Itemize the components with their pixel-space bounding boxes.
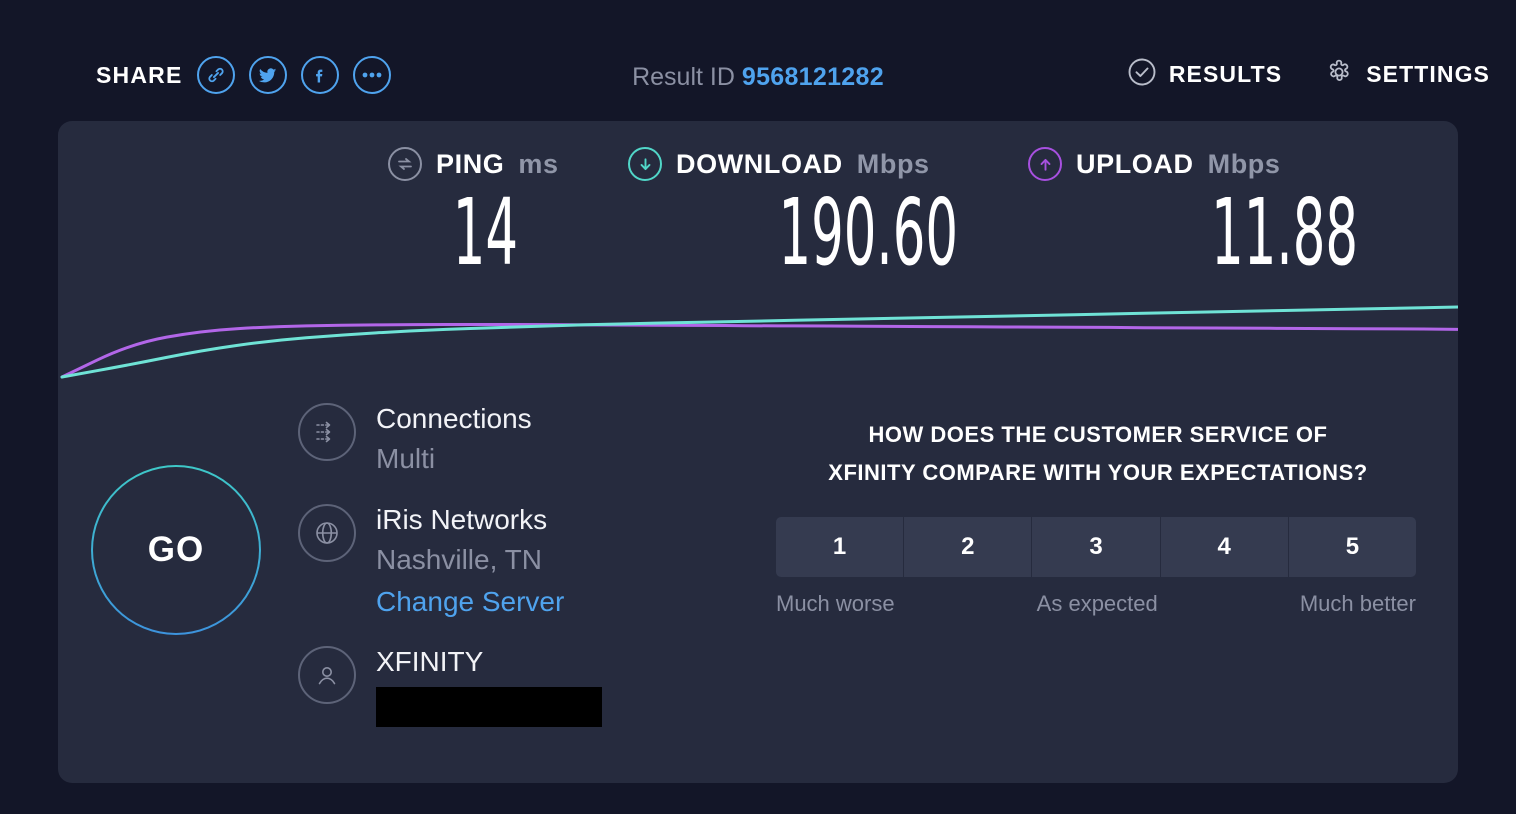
go-button[interactable]: GO	[91, 465, 261, 635]
speedtest-result-page: SHARE Result ID 9568121282 RESULTS SETTI…	[0, 0, 1516, 814]
rating-scale-labels: Much worse As expected Much better	[776, 591, 1416, 617]
rating-label-mid: As expected	[1036, 590, 1158, 616]
download-value: 190.60	[778, 179, 958, 286]
connections-text: Connections Multi	[376, 401, 532, 478]
results-button[interactable]: RESULTS	[1127, 57, 1282, 92]
rating-button-4[interactable]: 4	[1160, 516, 1289, 577]
top-bar: SHARE Result ID 9568121282 RESULTS SETTI…	[0, 0, 1516, 120]
connections-icon	[298, 403, 356, 461]
info-row-isp: XFINITY	[298, 644, 718, 728]
result-id-value[interactable]: 9568121282	[742, 63, 884, 91]
survey-question-line1: HOW DOES THE CUSTOMER SERVICE OF	[868, 422, 1328, 447]
connections-value: Multi	[376, 443, 436, 474]
result-card: PING ms 14 DOWNLOAD Mbps 190.60 UPLOAD M…	[58, 121, 1458, 783]
metrics-row: PING ms 14 DOWNLOAD Mbps 190.60 UPLOAD M…	[58, 121, 1458, 291]
rating-button-5[interactable]: 5	[1288, 516, 1416, 577]
upload-unit: Mbps	[1207, 148, 1281, 179]
go-label: GO	[147, 530, 205, 569]
rating-button-2[interactable]: 2	[904, 516, 1033, 577]
check-circle-icon	[1127, 57, 1157, 92]
person-icon	[298, 646, 356, 705]
result-id-label: Result ID	[632, 63, 735, 91]
server-location: Nashville, TN	[376, 543, 542, 575]
rating-buttons: 1 2 3 4 5	[776, 516, 1416, 577]
upload-arrow-icon	[1028, 147, 1062, 181]
survey-question-line2: XFINITY COMPARE WITH YOUR EXPECTATIONS?	[828, 459, 1368, 485]
rating-label-low: Much worse	[776, 590, 895, 616]
download-curve	[60, 305, 1458, 379]
settings-label: SETTINGS	[1366, 61, 1490, 87]
upload-value: 11.88	[1211, 179, 1358, 286]
upload-curve	[60, 323, 1458, 379]
ping-title: PING	[436, 148, 505, 179]
upload-title: UPLOAD	[1076, 148, 1194, 179]
ping-value: 14	[452, 179, 518, 286]
connection-info-list: Connections Multi iRis Networks Nashvill…	[298, 401, 718, 751]
survey-question: HOW DOES THE CUSTOMER SERVICE OF XFINITY…	[758, 416, 1438, 492]
metric-download: DOWNLOAD Mbps 190.60	[528, 147, 958, 279]
results-label: RESULTS	[1168, 61, 1283, 87]
ping-icon	[388, 147, 422, 181]
change-server-link[interactable]: Change Server	[376, 583, 564, 621]
top-right-nav: RESULTS SETTINGS	[1127, 57, 1490, 92]
server-name: iRis Networks	[376, 503, 548, 535]
settings-button[interactable]: SETTINGS	[1324, 57, 1490, 92]
connections-title: Connections	[376, 403, 532, 434]
isp-name: XFINITY	[376, 646, 484, 678]
rating-button-3[interactable]: 3	[1032, 516, 1161, 577]
ip-address-redaction	[376, 687, 602, 728]
isp-text: XFINITY	[376, 644, 602, 728]
info-row-connections: Connections Multi	[298, 401, 718, 478]
metric-ping: PING ms 14	[208, 147, 558, 286]
download-arrow-icon	[628, 147, 662, 181]
metric-upload: UPLOAD Mbps 11.88	[958, 147, 1358, 279]
download-title: DOWNLOAD	[676, 148, 843, 179]
server-text: iRis Networks Nashville, TN Change Serve…	[376, 502, 564, 621]
rating-label-high: Much better	[1299, 590, 1416, 616]
speed-graph	[60, 305, 1458, 379]
survey-panel: HOW DOES THE CUSTOMER SERVICE OF XFINITY…	[758, 416, 1438, 617]
gear-icon	[1324, 57, 1354, 92]
globe-icon	[298, 503, 356, 562]
info-row-server: iRis Networks Nashville, TN Change Serve…	[298, 502, 718, 621]
download-unit: Mbps	[856, 148, 930, 179]
rating-button-1[interactable]: 1	[776, 516, 905, 577]
